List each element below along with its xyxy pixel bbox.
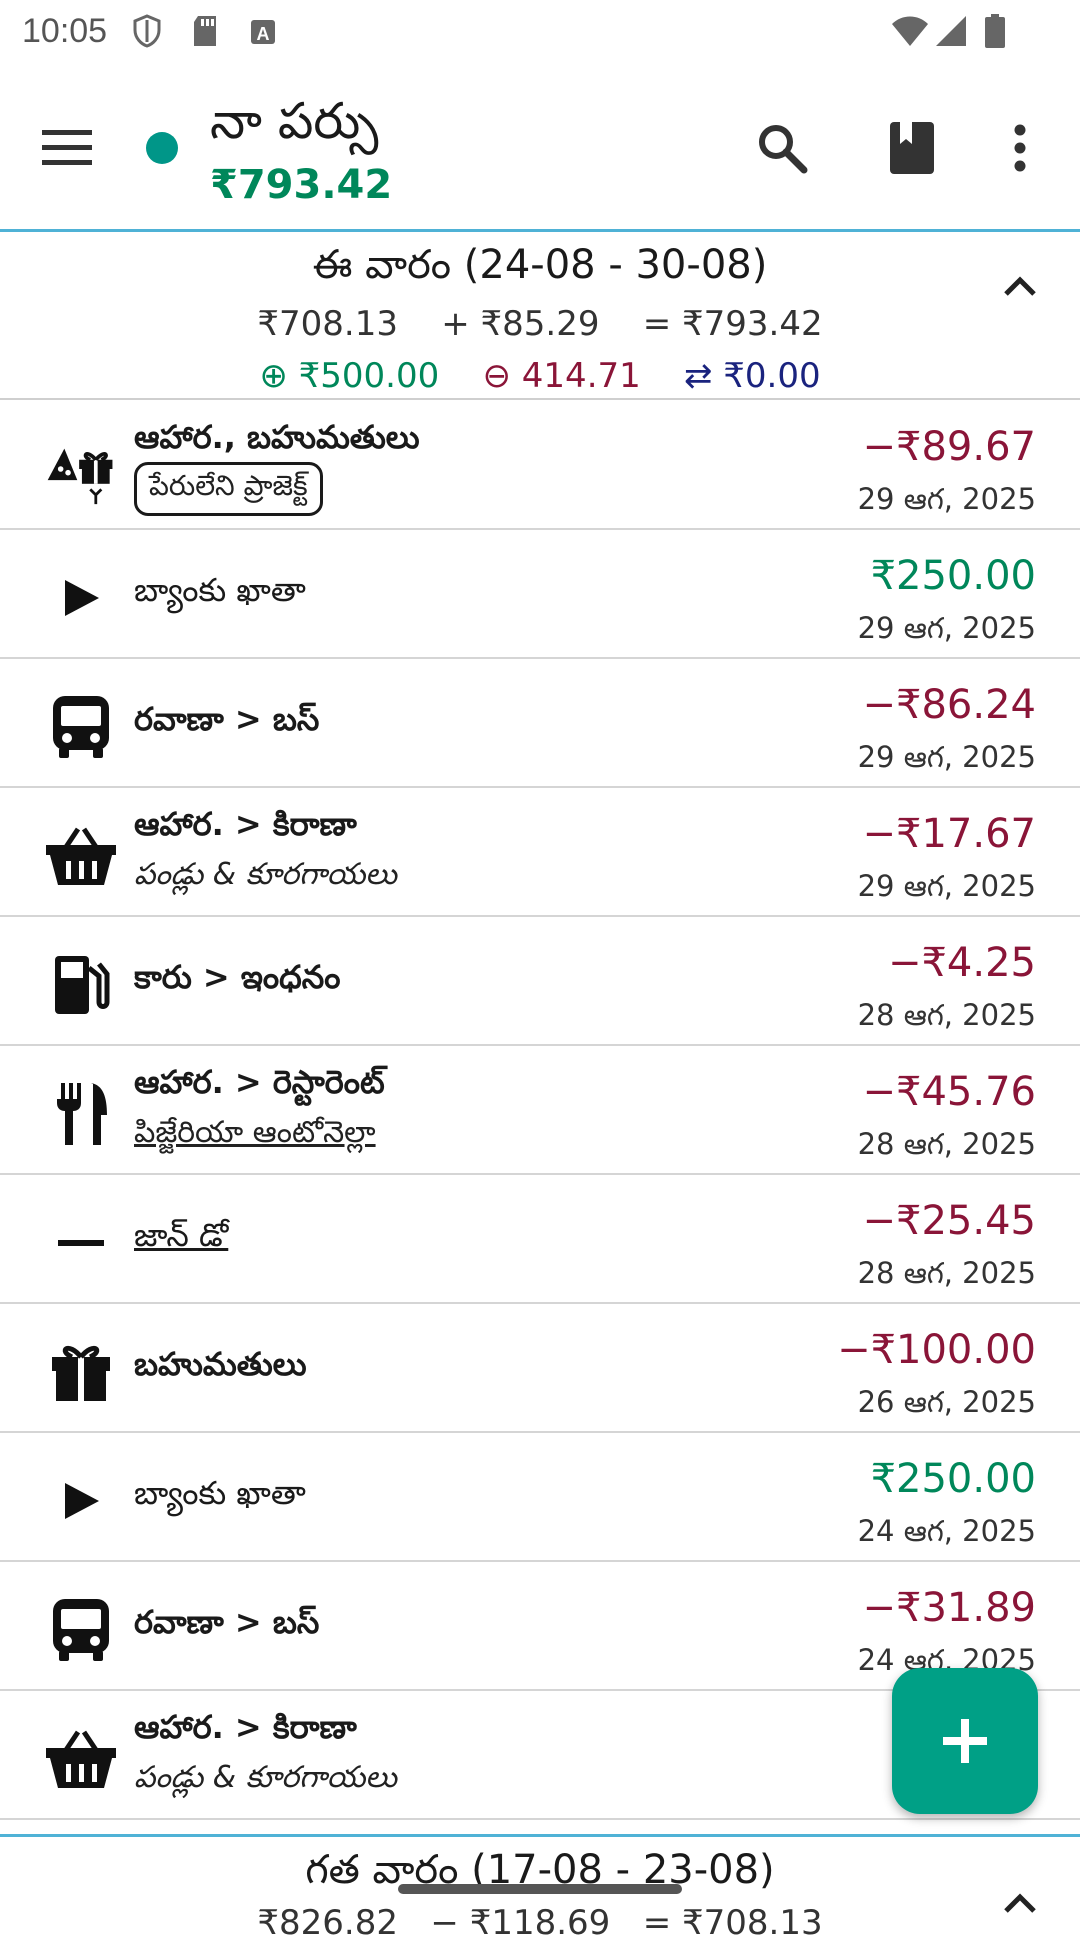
transaction-row[interactable]: జాన్ డో −₹25.45 28 ఆగ, 2025 bbox=[0, 1176, 1080, 1304]
transaction-amount: −₹4.25 bbox=[887, 940, 1036, 986]
week-expense: ⊖ 414.71 bbox=[482, 356, 641, 396]
transaction-note: పండ్లు & కూరగాయలు bbox=[134, 857, 397, 892]
transaction-amount: ₹250.00 bbox=[870, 1456, 1036, 1502]
week-sums: ₹708.13 + ₹85.29 = ₹793.42 bbox=[0, 304, 1080, 344]
transaction-row[interactable]: ఆహార., బహుమతులు పేరులేని ప్రాజెక్ట్ −₹89.6… bbox=[0, 402, 1080, 530]
signal-icon bbox=[936, 16, 966, 46]
chevron-up-icon[interactable] bbox=[1000, 270, 1040, 300]
basket-icon bbox=[44, 823, 118, 889]
account-color-dot bbox=[146, 132, 178, 164]
app-bar-divider bbox=[0, 229, 1080, 232]
week-summary-header[interactable]: ఈ వారం (24-08 - 30-08) ₹708.13 + ₹85.29 … bbox=[0, 234, 1080, 400]
bus-icon bbox=[44, 1597, 118, 1663]
transaction-row[interactable]: బహుమతులు −₹100.00 26 ఆగ, 2025 bbox=[0, 1305, 1080, 1433]
previous-week-title: గత వారం (17-08 - 23-08) bbox=[305, 1847, 775, 1893]
wifi-icon bbox=[892, 16, 928, 46]
transaction-category: బహుమతులు bbox=[134, 1345, 307, 1383]
transaction-date: 29 ఆగ, 2025 bbox=[857, 869, 1036, 903]
transaction-amount: −₹89.67 bbox=[862, 424, 1036, 470]
transaction-category: ఆహార., బహుమతులు bbox=[134, 418, 420, 456]
sd-card-icon bbox=[194, 16, 216, 46]
gift-icon bbox=[44, 1339, 118, 1405]
plus-icon bbox=[943, 1719, 987, 1763]
bookmark-book-icon[interactable] bbox=[882, 118, 942, 178]
transaction-note: పండ్లు & కూరగాయలు bbox=[134, 1760, 397, 1795]
more-options-icon[interactable] bbox=[1000, 118, 1040, 178]
week-end-balance: = ₹793.42 bbox=[642, 304, 823, 344]
transaction-category: బ్యాంకు ఖాతా bbox=[134, 1474, 306, 1512]
transaction-category: కారు > ఇంధనం bbox=[134, 958, 341, 996]
shield-icon bbox=[133, 14, 161, 48]
transaction-amount: −₹25.45 bbox=[862, 1198, 1036, 1244]
transaction-category: జాన్ డో bbox=[134, 1216, 229, 1254]
week-title: ఈ వారం (24-08 - 30-08) bbox=[312, 242, 768, 288]
transaction-category: ఆహార. > కిరాణా bbox=[134, 805, 357, 843]
week-income: ⊕ ₹500.00 bbox=[259, 356, 440, 396]
transaction-row[interactable]: బ్యాంకు ఖాతా ₹250.00 24 ఆగ, 2025 bbox=[0, 1434, 1080, 1562]
project-tag: పేరులేని ప్రాజెక్ట్ bbox=[134, 462, 323, 516]
transaction-date: 26 ఆగ, 2025 bbox=[857, 1385, 1036, 1419]
transaction-amount: −₹45.76 bbox=[862, 1069, 1036, 1115]
transaction-date: 24 ఆగ, 2025 bbox=[857, 1514, 1036, 1548]
chevron-up-icon[interactable] bbox=[1000, 1887, 1040, 1917]
transaction-date: 28 ఆగ, 2025 bbox=[857, 1127, 1036, 1161]
transaction-row[interactable]: ఆహార. > రెస్టారెంట్ పిజ్జేరియా ఆంటోనెల్లా… bbox=[0, 1047, 1080, 1175]
menu-icon[interactable] bbox=[40, 122, 94, 172]
battery-icon bbox=[985, 14, 1005, 48]
week-transfer: ⇄ ₹0.00 bbox=[684, 356, 821, 396]
transaction-date: 28 ఆగ, 2025 bbox=[857, 998, 1036, 1032]
status-time: 10:05 bbox=[22, 12, 108, 50]
transaction-row[interactable]: కారు > ఇంధనం −₹4.25 28 ఆగ, 2025 bbox=[0, 918, 1080, 1046]
transaction-row[interactable]: ఆహార. > కిరాణా పండ్లు & కూరగాయలు −₹17.67 29… bbox=[0, 789, 1080, 917]
transaction-date: 29 ఆగ, 2025 bbox=[857, 611, 1036, 645]
svg-text:A: A bbox=[257, 24, 270, 44]
transaction-amount: −₹31.89 bbox=[862, 1585, 1036, 1631]
transaction-row[interactable]: బ్యాంకు ఖాతా ₹250.00 29 ఆగ, 2025 bbox=[0, 531, 1080, 659]
fuel-icon bbox=[44, 952, 118, 1018]
play-icon bbox=[44, 565, 118, 631]
restaurant-icon bbox=[44, 1081, 118, 1147]
transaction-category: ఆహార. > రెస్టారెంట్ bbox=[134, 1063, 385, 1101]
transaction-date: 29 ఆగ, 2025 bbox=[857, 740, 1036, 774]
transaction-date: 29 ఆగ, 2025 bbox=[857, 482, 1036, 516]
transaction-date: 28 ఆగ, 2025 bbox=[857, 1256, 1036, 1290]
week-flows: ⊕ ₹500.00 ⊖ 414.71 ⇄ ₹0.00 bbox=[0, 356, 1080, 396]
transaction-amount: −₹100.00 bbox=[837, 1327, 1036, 1373]
account-balance: ₹793.42 bbox=[210, 162, 393, 208]
week-change: + ₹85.29 bbox=[441, 304, 600, 344]
transaction-category: రవాణా > బస్ bbox=[134, 1603, 320, 1641]
food-gift-icon bbox=[44, 436, 118, 505]
account-title[interactable]: నా పర్సు bbox=[210, 92, 378, 163]
transaction-category: రవాణా > బస్ bbox=[134, 700, 320, 738]
app-bar: నా పర్సు ₹793.42 bbox=[0, 62, 1080, 232]
transaction-category: ఆహార. > కిరాణా bbox=[134, 1708, 357, 1746]
status-bar: 10:05 A bbox=[0, 0, 1080, 62]
play-icon bbox=[44, 1468, 118, 1534]
transaction-category: బ్యాంకు ఖాతా bbox=[134, 571, 306, 609]
transaction-amount: −₹17.67 bbox=[862, 811, 1036, 857]
transaction-amount: ₹250.00 bbox=[870, 553, 1036, 599]
font-icon: A bbox=[251, 20, 275, 44]
transaction-note: పిజ్జేరియా ఆంటోనెల్లా bbox=[134, 1115, 376, 1150]
transaction-row[interactable]: రవాణా > బస్ −₹86.24 29 ఆగ, 2025 bbox=[0, 660, 1080, 788]
basket-icon bbox=[44, 1726, 118, 1792]
previous-week-header[interactable]: గత వారం (17-08 - 23-08) ₹826.82 − ₹118.6… bbox=[0, 1834, 1080, 1943]
transaction-amount: −₹86.24 bbox=[862, 682, 1036, 728]
bus-icon bbox=[44, 694, 118, 760]
previous-week-sums: ₹826.82 − ₹118.69 = ₹708.13 bbox=[257, 1903, 823, 1943]
add-transaction-button[interactable] bbox=[892, 1668, 1038, 1814]
week-start-balance: ₹708.13 bbox=[257, 304, 398, 344]
gesture-home-bar[interactable] bbox=[398, 1884, 682, 1894]
search-icon[interactable] bbox=[752, 118, 812, 178]
minus-icon bbox=[44, 1210, 118, 1276]
divider bbox=[0, 398, 1080, 400]
